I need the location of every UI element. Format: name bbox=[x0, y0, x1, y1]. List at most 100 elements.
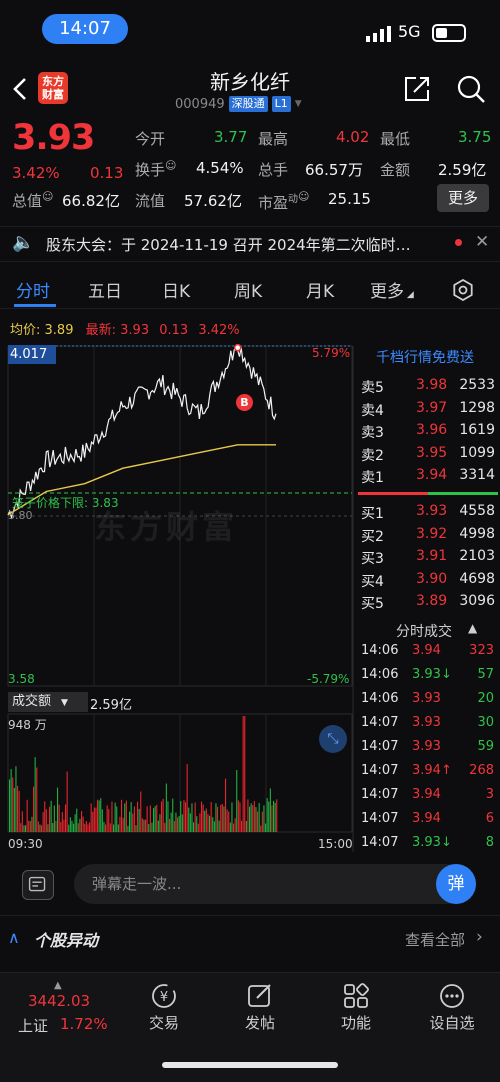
functions-grid-icon[interactable] bbox=[342, 982, 370, 1010]
volume-bar bbox=[263, 805, 265, 832]
nav-functions[interactable]: 功能 bbox=[326, 1012, 386, 1033]
bid-level-label: 买2 bbox=[361, 528, 384, 545]
bid-row[interactable]: 买1 3.93 4558 bbox=[358, 503, 498, 525]
ask-row[interactable]: 卖4 3.97 1298 bbox=[358, 400, 498, 422]
turnover-value: 4.54% bbox=[196, 159, 244, 177]
tab-monthly-k[interactable]: 月K bbox=[306, 277, 334, 302]
ticks-title[interactable]: 分时成交 bbox=[396, 621, 452, 641]
time-start: 09:30 bbox=[8, 837, 43, 851]
close-icon[interactable]: ✕ bbox=[475, 232, 489, 252]
ask-row[interactable]: 卖2 3.95 1099 bbox=[358, 445, 498, 467]
more-dots-icon[interactable] bbox=[438, 982, 466, 1010]
volume-bar bbox=[26, 799, 28, 832]
share-icon[interactable] bbox=[402, 74, 432, 104]
ask-row[interactable]: 卖5 3.98 2533 bbox=[358, 377, 498, 399]
index-value[interactable]: 3442.03 bbox=[28, 992, 90, 1010]
time-end: 15:00 bbox=[318, 837, 353, 851]
search-icon[interactable] bbox=[456, 74, 486, 104]
active-tab-indicator bbox=[14, 304, 56, 307]
tick-row: 14:07 3.93↓ 8 bbox=[358, 835, 498, 859]
volume-bar bbox=[233, 823, 235, 832]
settings-gear-icon[interactable] bbox=[452, 279, 474, 301]
volume-bar bbox=[90, 803, 92, 832]
chevron-right-icon[interactable]: › bbox=[476, 927, 483, 947]
volume-selector[interactable]: 成交额 ▼ bbox=[8, 692, 88, 712]
volume-bar bbox=[252, 805, 254, 832]
chart-top-pct: 5.79% bbox=[312, 346, 351, 360]
tab-daily-k[interactable]: 日K bbox=[162, 277, 190, 302]
tab-intraday[interactable]: 分时 bbox=[16, 277, 50, 302]
volume-bar bbox=[165, 783, 167, 832]
svg-text:¥: ¥ bbox=[160, 990, 168, 1005]
volume-bar bbox=[37, 821, 39, 832]
volume-bar bbox=[223, 806, 225, 832]
more-button[interactable]: 更多 bbox=[437, 184, 489, 212]
buy-marker[interactable]: B bbox=[236, 394, 253, 411]
tab-five-day[interactable]: 五日 bbox=[88, 277, 122, 302]
bid-row[interactable]: 买3 3.91 2103 bbox=[358, 548, 498, 570]
tab-weekly-k[interactable]: 周K bbox=[234, 277, 262, 302]
volume-bar bbox=[145, 819, 147, 832]
volume-bar bbox=[79, 818, 81, 832]
tick-price: 3.93↓ bbox=[412, 835, 452, 850]
index-name[interactable]: 上证 bbox=[18, 1015, 48, 1036]
volume-bar bbox=[247, 799, 249, 832]
bid-row[interactable]: 买5 3.89 3096 bbox=[358, 593, 498, 615]
volume-bar bbox=[95, 807, 97, 832]
volume-bar bbox=[130, 802, 132, 832]
volume-bar bbox=[129, 811, 131, 832]
danmu-send-button[interactable]: 弹 bbox=[436, 864, 476, 904]
ask-row[interactable]: 卖3 3.96 1619 bbox=[358, 422, 498, 444]
volume-bar bbox=[188, 807, 190, 832]
bid-level-label: 买3 bbox=[361, 551, 384, 568]
post-edit-icon[interactable] bbox=[246, 982, 274, 1010]
order-book-promo-link[interactable]: 千档行情免费送 bbox=[376, 347, 474, 367]
announcement-text[interactable]: 股东大会：于 2024-11-19 召开 2024年第二次临时… bbox=[46, 234, 411, 255]
volume-bar bbox=[66, 771, 68, 832]
volume-label: 总手 bbox=[258, 161, 289, 179]
ask-level-label: 卖1 bbox=[361, 470, 384, 487]
nav-watchlist[interactable]: 设自选 bbox=[422, 1012, 482, 1033]
view-all-link[interactable]: 查看全部 bbox=[405, 929, 465, 950]
bid-row[interactable]: 买2 3.92 4998 bbox=[358, 526, 498, 548]
volume-bar bbox=[101, 809, 103, 832]
nav-post[interactable]: 发帖 bbox=[230, 1012, 290, 1033]
volume-bar bbox=[28, 820, 30, 832]
chevron-up-icon[interactable]: ▲ bbox=[468, 621, 477, 635]
volume-bar bbox=[209, 815, 211, 832]
volume-bar bbox=[20, 823, 22, 832]
danmu-input[interactable]: 弹幕走一波... bbox=[74, 864, 466, 904]
chart-bottom-pct: -5.79% bbox=[307, 672, 350, 686]
expand-icon[interactable]: ⤡ bbox=[319, 725, 347, 753]
volume-bar bbox=[242, 716, 244, 832]
volume-bar bbox=[63, 819, 65, 832]
danmu-toggle-icon[interactable] bbox=[22, 870, 54, 900]
chevron-up-icon[interactable]: ∧ bbox=[8, 928, 20, 947]
volume-bar bbox=[205, 808, 207, 832]
trade-icon[interactable]: ¥ bbox=[150, 982, 178, 1010]
tick-time: 14:06 bbox=[361, 691, 399, 706]
tick-price: 3.93 bbox=[412, 691, 441, 706]
volume-bar bbox=[173, 821, 175, 832]
ask-row[interactable]: 卖1 3.94 3314 bbox=[358, 467, 498, 489]
tab-more[interactable]: 更多 ◢ bbox=[370, 277, 414, 302]
float-value: 57.62亿 bbox=[184, 192, 242, 210]
volume-bar bbox=[76, 808, 78, 832]
volume-bar bbox=[250, 803, 252, 832]
volume-bar bbox=[261, 811, 263, 832]
volume-bar bbox=[193, 822, 195, 832]
volume-bar bbox=[221, 804, 223, 832]
volume-bar bbox=[265, 823, 267, 832]
nav-trade[interactable]: 交易 bbox=[134, 1012, 194, 1033]
volume-bar bbox=[122, 817, 124, 832]
volume-bar bbox=[97, 799, 99, 832]
tick-row: 14:07 3.93 30 bbox=[358, 715, 498, 739]
bid-level-label: 买5 bbox=[361, 596, 384, 613]
volume-bar bbox=[268, 801, 270, 832]
index-pct[interactable]: 1.72% bbox=[60, 1015, 108, 1033]
bid-row[interactable]: 买4 3.90 4698 bbox=[358, 571, 498, 593]
volume-bar bbox=[276, 799, 278, 832]
stock-code-row[interactable]: 000949 深股通 L1 ▼ bbox=[175, 96, 302, 112]
volume-bar bbox=[23, 825, 25, 832]
volume-bar bbox=[55, 820, 57, 832]
